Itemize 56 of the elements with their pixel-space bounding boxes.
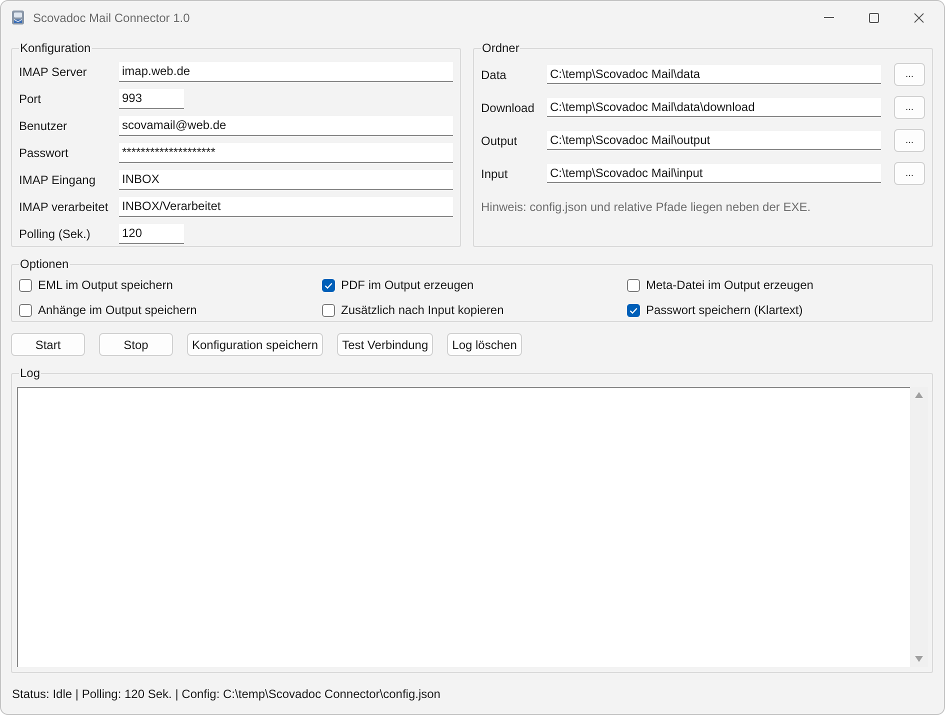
action-button[interactable]: Konfiguration speichern: [187, 333, 324, 356]
checkbox[interactable]: [322, 304, 335, 316]
field-label: IMAP verarbeitet: [19, 200, 110, 214]
scroll-down-icon[interactable]: [915, 656, 923, 662]
action-button[interactable]: Test Verbindung: [337, 333, 434, 356]
text-field[interactable]: INBOX: [119, 170, 453, 190]
field-label: Passwort: [19, 146, 70, 160]
checkbox-label[interactable]: Passwort speichern (Klartext): [646, 303, 803, 317]
path-field[interactable]: C:\temp\Scovadoc Mail\data\download: [547, 98, 881, 117]
field-label: IMAP Server: [19, 65, 88, 79]
group-title: Ordner: [481, 41, 520, 55]
checkbox[interactable]: [19, 278, 32, 292]
checkbox[interactable]: [19, 304, 32, 316]
action-button[interactable]: Stop: [99, 333, 173, 356]
number-field[interactable]: 120: [119, 224, 184, 244]
field-label: Download: [481, 100, 536, 114]
group-title: Optionen: [19, 257, 70, 271]
field-label: IMAP Eingang: [19, 173, 96, 187]
checkbox-label[interactable]: Zusätzlich nach Input kopieren: [341, 303, 504, 317]
field-label: Input: [481, 166, 509, 180]
checkbox-label[interactable]: PDF im Output erzeugen: [341, 278, 474, 292]
path-field[interactable]: C:\temp\Scovadoc Mail\output: [547, 131, 881, 150]
password-field[interactable]: ********************: [119, 143, 453, 163]
action-button[interactable]: Log löschen: [447, 333, 522, 356]
browse-button[interactable]: ...: [894, 129, 925, 152]
text-field[interactable]: INBOX/Verarbeitet: [119, 197, 453, 217]
path-field[interactable]: C:\temp\Scovadoc Mail\data: [547, 65, 881, 84]
field-label: Port: [19, 92, 42, 106]
checkbox-label[interactable]: EML im Output speichern: [38, 278, 173, 292]
hint-text: Hinweis: config.json und relative Pfade liegen neben der EXE.: [481, 200, 812, 214]
minimize-icon: [824, 17, 834, 18]
field-label: Data: [481, 68, 508, 82]
checkbox-label[interactable]: Meta-Datei im Output erzeugen: [646, 278, 814, 292]
checkbox[interactable]: [627, 304, 640, 316]
browse-button[interactable]: ...: [894, 63, 925, 86]
group-title: Log: [19, 366, 42, 380]
field-label: Benutzer: [19, 119, 68, 133]
text-field[interactable]: imap.web.de: [119, 62, 453, 82]
close-icon: [914, 12, 924, 22]
scroll-up-icon[interactable]: [915, 392, 923, 398]
field-label: Output: [481, 134, 518, 148]
window-title: Scovadoc Mail Connector 1.0: [33, 10, 190, 24]
text-field[interactable]: scovamail@web.de: [119, 116, 453, 136]
browse-button[interactable]: ...: [894, 162, 925, 185]
field-label: Polling (Sek.): [19, 227, 92, 241]
group-title: Konfiguration: [19, 41, 92, 55]
action-button[interactable]: Start: [11, 333, 85, 356]
checkbox[interactable]: [627, 278, 640, 292]
number-field[interactable]: 993: [119, 89, 184, 109]
path-field[interactable]: C:\temp\Scovadoc Mail\input: [547, 164, 881, 183]
maximize-icon: [868, 12, 878, 22]
checkbox[interactable]: [322, 278, 335, 292]
checkbox-label[interactable]: Anhänge im Output speichern: [38, 303, 197, 317]
browse-button[interactable]: ...: [894, 96, 925, 119]
status-text: Status: Idle | Polling: 120 Sek. | Config: C:\temp\Scovadoc Connector\config.json: [12, 686, 440, 700]
app-icon: [11, 10, 25, 25]
